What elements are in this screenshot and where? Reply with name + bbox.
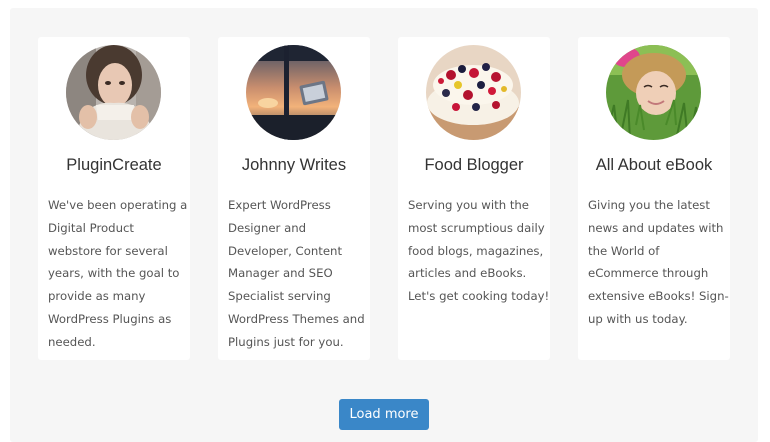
woman-scarf-photo [66,45,161,140]
avatar [426,45,521,140]
profile-card-johnny-writes: Johnny Writes Expert WordPress Designer … [218,37,370,360]
window-sunset-photo [246,45,341,140]
profile-cards: PluginCreate We've been operating a Digi… [38,37,730,360]
woman-in-grass-photo [606,45,701,140]
profile-description: We've been operating a Digital Product w… [48,198,188,349]
profile-name: All About eBook [595,156,713,174]
avatar [246,45,341,140]
profile-card-food-blogger: Food Blogger Serving you with the most s… [398,37,550,360]
profiles-section: PluginCreate We've been operating a Digi… [10,8,758,442]
profile-description: Serving you with the most scrumptious da… [408,198,550,304]
profile-card-all-about-ebook: All About eBook Giving you the latest ne… [578,37,730,360]
profile-card-plugincreate: PluginCreate We've been operating a Digi… [38,37,190,360]
berry-cake-photo [426,45,521,140]
profile-name: Johnny Writes [241,156,347,174]
avatar [66,45,161,140]
profile-name: Food Blogger [424,156,524,174]
load-more-button[interactable]: Load more [339,399,429,430]
profile-description: Expert WordPress Designer and Developer,… [228,198,365,349]
avatar [606,45,701,140]
profile-name: PluginCreate [66,156,162,174]
profile-description: Giving you the latest news and updates w… [588,198,729,326]
